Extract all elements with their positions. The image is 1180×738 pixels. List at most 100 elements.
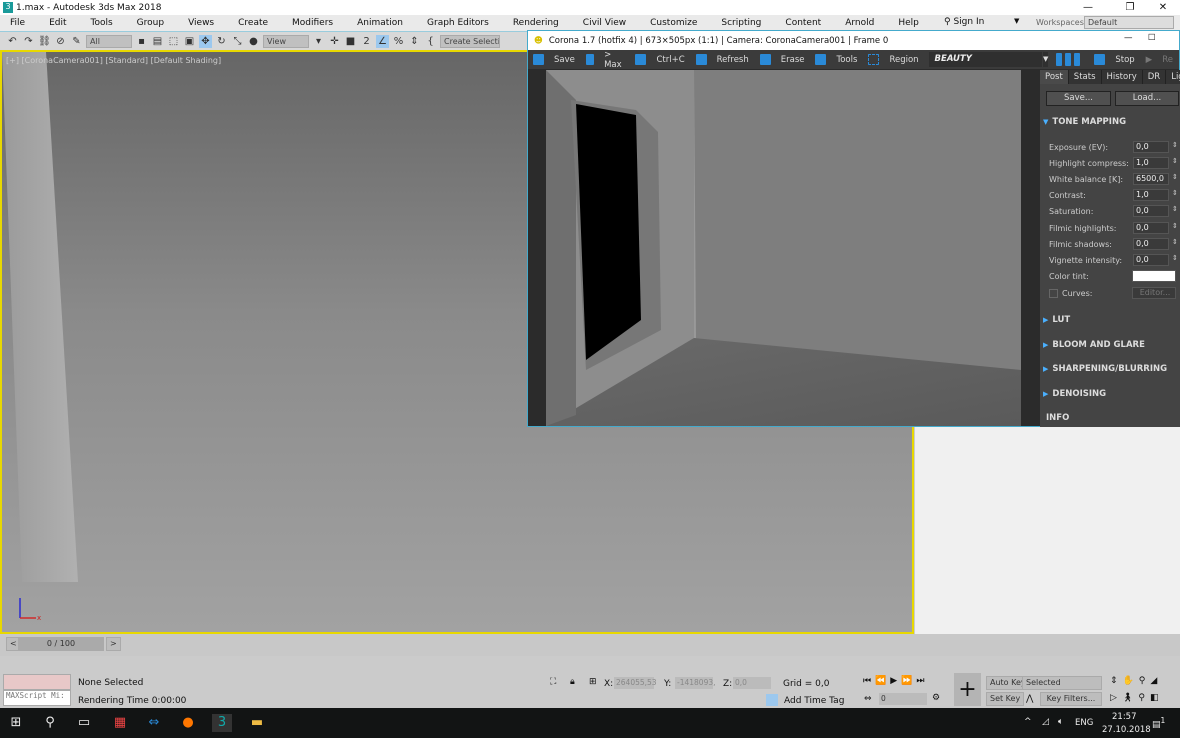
- manipulate-icon[interactable]: ✛: [328, 35, 341, 48]
- 3ds-max-taskbar-icon[interactable]: 3: [212, 714, 232, 732]
- maxscript-input[interactable]: MAXScript Mi:: [3, 690, 71, 706]
- menu-graph-editors[interactable]: Graph Editors: [427, 18, 503, 28]
- link-icon[interactable]: ⛓: [38, 35, 51, 48]
- copy-button[interactable]: Ctrl+C: [635, 54, 690, 65]
- windows-start-icon[interactable]: ⊞: [6, 714, 26, 732]
- firefox-icon[interactable]: ●: [178, 714, 198, 732]
- menu-edit[interactable]: Edit: [49, 18, 80, 28]
- region-button[interactable]: Region: [868, 54, 924, 65]
- tools-button[interactable]: Tools: [815, 54, 863, 65]
- menu-customize[interactable]: Customize: [650, 18, 711, 28]
- tab-lightmix[interactable]: Light: [1166, 70, 1180, 84]
- restore-button[interactable]: ❐: [1117, 0, 1143, 15]
- lut-section[interactable]: ▶ LUT: [1043, 315, 1070, 325]
- menu-group[interactable]: Group: [137, 18, 178, 28]
- key-tangent-icon[interactable]: ⋀: [1026, 694, 1033, 704]
- absolute-mode-icon[interactable]: ⊞: [589, 677, 597, 687]
- spinner-icon[interactable]: ⇕: [1172, 189, 1178, 197]
- key-filters-button[interactable]: Key Filters...: [1040, 692, 1102, 706]
- denoising-section[interactable]: ▶ DENOISING: [1043, 389, 1106, 399]
- viewport-label[interactable]: [+] [CoronaCamera001] [Standard] [Defaul…: [6, 56, 221, 65]
- x-coordinate[interactable]: 264055,53: [614, 677, 657, 689]
- menu-rendering[interactable]: Rendering: [513, 18, 573, 28]
- menu-views[interactable]: Views: [188, 18, 228, 28]
- saturation-input[interactable]: 0,0: [1133, 205, 1169, 217]
- time-configuration-icon[interactable]: ⚙: [932, 693, 940, 703]
- key-mode-select[interactable]: Selected: [1022, 676, 1102, 690]
- language-indicator[interactable]: ENG: [1075, 718, 1093, 728]
- minimize-button[interactable]: —: [1075, 0, 1101, 15]
- menu-file[interactable]: File: [10, 18, 39, 28]
- spinner-snap-icon[interactable]: ⇕: [408, 35, 421, 48]
- corona-maximize-button[interactable]: ☐: [1148, 33, 1156, 43]
- volume-icon[interactable]: 🔈︎: [1058, 717, 1063, 727]
- y-coordinate[interactable]: -1418093,: [675, 677, 716, 689]
- tab-dr[interactable]: DR: [1143, 70, 1167, 84]
- spinner-icon[interactable]: ⇕: [1172, 157, 1178, 165]
- isolate-icon[interactable]: ⛶: [550, 677, 556, 687]
- teamviewer-icon[interactable]: ⇔: [144, 714, 164, 732]
- highlight-compress-input[interactable]: 1,0: [1133, 157, 1169, 169]
- selection-filter-select[interactable]: All: [86, 34, 132, 48]
- select-by-name-icon[interactable]: ▤: [151, 35, 164, 48]
- reference-coord-select[interactable]: View: [263, 34, 309, 48]
- playback-controls[interactable]: ⏮⏪▶⏩⏭: [863, 676, 929, 686]
- clock-time[interactable]: 21:57: [1112, 712, 1137, 722]
- tab-history[interactable]: History: [1102, 70, 1143, 84]
- contrast-input[interactable]: 1,0: [1133, 189, 1169, 201]
- task-view-icon[interactable]: ▭: [74, 714, 94, 732]
- save-button[interactable]: Save: [533, 54, 581, 65]
- set-key-button[interactable]: Set Key: [986, 692, 1025, 706]
- menu-civil-view[interactable]: Civil View: [583, 18, 640, 28]
- sign-in-button[interactable]: ⚲ Sign In: [944, 17, 984, 27]
- bind-spacewarp-icon[interactable]: ✎: [70, 35, 83, 48]
- menu-help[interactable]: Help: [898, 18, 933, 28]
- white-balance-input[interactable]: 6500,0: [1133, 173, 1169, 185]
- curves-checkbox[interactable]: [1049, 289, 1058, 298]
- menu-modifiers[interactable]: Modifiers: [292, 18, 347, 28]
- edit-named-selection-icon[interactable]: {: [424, 35, 437, 48]
- rotate-icon[interactable]: ↻: [215, 35, 228, 48]
- to-max-button[interactable]: > Max: [585, 50, 631, 70]
- redo-icon[interactable]: ↷: [22, 35, 35, 48]
- unlink-icon[interactable]: ⊘: [54, 35, 67, 48]
- exposure-input[interactable]: 0,0: [1133, 141, 1169, 153]
- select-object-icon[interactable]: ▪: [135, 35, 148, 48]
- angle-snap-icon[interactable]: ∠: [376, 34, 389, 48]
- spinner-icon[interactable]: ⇕: [1172, 173, 1178, 181]
- spinner-icon[interactable]: ⇕: [1172, 205, 1178, 213]
- viewport-nav-icons-row2[interactable]: ▷🚶︎⚲◧: [1110, 693, 1163, 703]
- scale-icon[interactable]: ⤡: [231, 35, 244, 48]
- sharpening-section[interactable]: ▶ SHARPENING/BLURRING: [1043, 364, 1167, 374]
- pivot-icon[interactable]: ▾: [312, 35, 325, 48]
- filmic-shadows-input[interactable]: 0,0: [1133, 238, 1169, 250]
- percent-snap-icon[interactable]: %: [392, 35, 405, 48]
- menu-create[interactable]: Create: [238, 18, 282, 28]
- search-icon[interactable]: ⚲: [40, 714, 60, 732]
- post-load-button[interactable]: Load...: [1115, 91, 1179, 106]
- time-slider[interactable]: 0 / 100: [18, 637, 104, 651]
- file-explorer-icon[interactable]: ▬: [247, 714, 267, 732]
- network-icon[interactable]: ◿: [1042, 717, 1049, 727]
- tone-mapping-section[interactable]: ▼ TONE MAPPING: [1043, 117, 1126, 127]
- corona-minimize-button[interactable]: —: [1124, 33, 1133, 43]
- lock-icon[interactable]: 🔒︎: [570, 677, 575, 687]
- workspace-select[interactable]: Default: [1084, 16, 1174, 29]
- current-frame-input[interactable]: 0: [879, 693, 927, 705]
- spinner-icon[interactable]: ⇕: [1172, 238, 1178, 246]
- viewport-nav-icons[interactable]: ⇕✋⚲◢: [1110, 676, 1162, 686]
- post-save-button[interactable]: Save...: [1046, 91, 1111, 106]
- zoom-fit-icon[interactable]: [1074, 53, 1081, 66]
- menu-tools[interactable]: Tools: [91, 18, 127, 28]
- place-icon[interactable]: ●: [247, 35, 260, 48]
- add-time-tag-button[interactable]: Add Time Tag: [784, 696, 844, 706]
- selection-region-icon[interactable]: ⬚: [167, 35, 180, 48]
- spinner-icon[interactable]: ⇕: [1172, 141, 1178, 149]
- refresh-button[interactable]: Refresh: [695, 54, 755, 65]
- spinner-icon[interactable]: ⇕: [1172, 254, 1178, 262]
- time-tag-icon[interactable]: [766, 694, 778, 706]
- move-icon[interactable]: ✥: [199, 34, 212, 48]
- app-launcher-icon[interactable]: ▦: [110, 714, 130, 732]
- z-coordinate[interactable]: 0,0: [733, 677, 771, 689]
- window-crossing-icon[interactable]: ▣: [183, 35, 196, 48]
